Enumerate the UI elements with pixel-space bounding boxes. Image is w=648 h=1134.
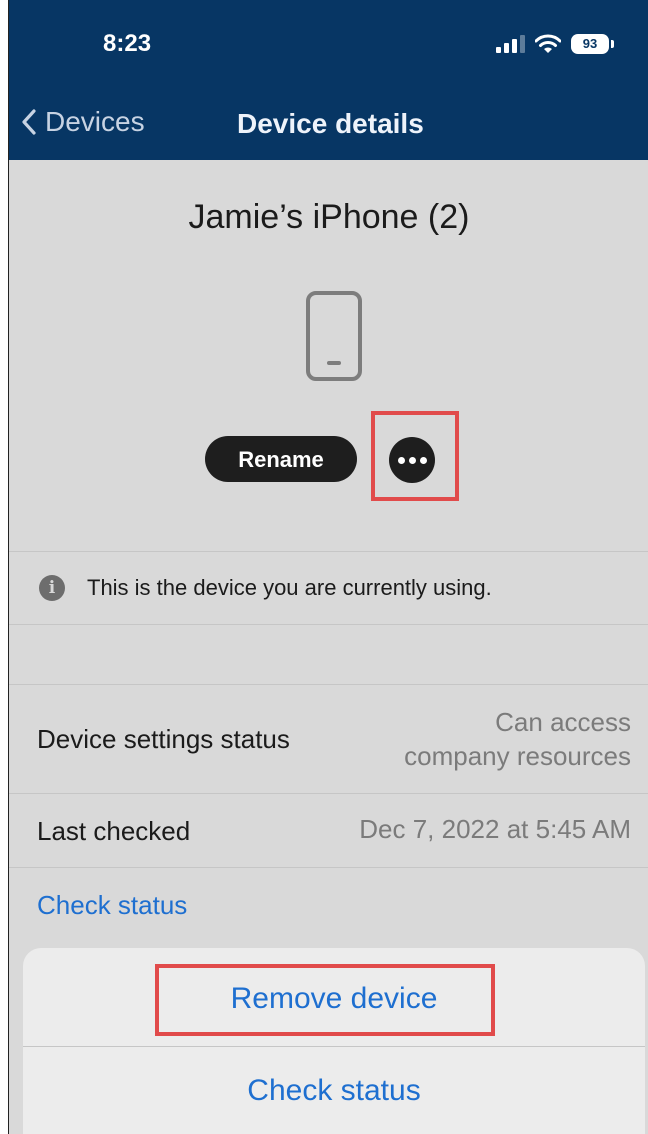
header: 8:23 93 Devices Device details [9, 0, 648, 160]
last-checked-value: Dec 7, 2022 at 5:45 AM [359, 814, 631, 844]
last-checked-label: Last checked [37, 816, 191, 846]
status-time: 8:23 [103, 30, 152, 57]
divider [23, 1046, 645, 1047]
wifi-icon [535, 34, 561, 53]
phone-icon [306, 291, 362, 381]
highlight-box-remove [155, 964, 495, 1036]
device-name: Jamie’s iPhone (2) [188, 198, 470, 236]
settings-status-value-line1: Can access [495, 707, 631, 737]
signal-icon [496, 35, 525, 53]
current-device-notice: i This is the device you are currently u… [9, 552, 648, 624]
back-button[interactable]: Devices [21, 106, 145, 138]
highlight-box-more [371, 411, 459, 501]
settings-status-value: Can access company resources [404, 705, 631, 773]
rename-button[interactable]: Rename [205, 436, 357, 482]
settings-status-value-line2: company resources [404, 741, 631, 771]
phone-screen: 8:23 93 Devices Device details Jamie’s i… [8, 0, 648, 1134]
info-icon: i [39, 575, 65, 601]
divider [9, 684, 648, 685]
divider [9, 867, 648, 868]
divider [9, 624, 648, 625]
status-icons: 93 [496, 34, 614, 54]
sheet-check-status-button[interactable]: Check status [23, 1074, 645, 1108]
back-label: Devices [45, 106, 145, 137]
info-text: This is the device you are currently usi… [87, 575, 492, 600]
battery-icon: 93 [571, 34, 614, 54]
check-status-link[interactable]: Check status [37, 890, 187, 921]
page-title: Device details [237, 108, 424, 139]
settings-status-label: Device settings status [37, 724, 290, 754]
divider [9, 793, 648, 794]
chevron-left-icon [22, 109, 36, 135]
